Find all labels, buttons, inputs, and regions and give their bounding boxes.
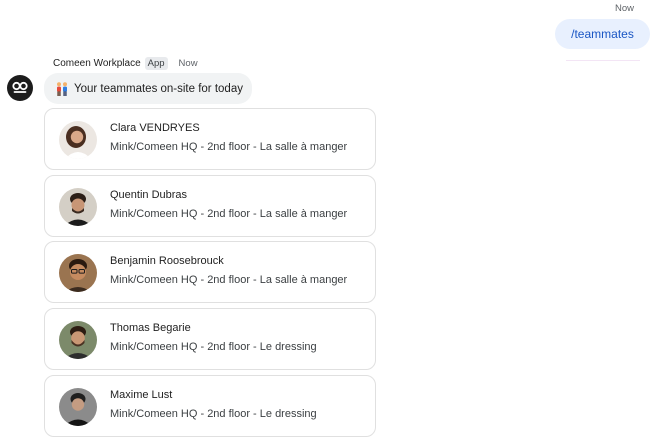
teammate-location: Mink/Comeen HQ - 2nd floor - Le dressing <box>110 408 317 420</box>
avatar[interactable] <box>59 188 97 226</box>
avatar[interactable] <box>59 321 97 359</box>
avatar[interactable] <box>59 121 97 159</box>
teammate-location: Mink/Comeen HQ - 2nd floor - Le dressing <box>110 341 317 353</box>
avatar[interactable] <box>59 254 97 292</box>
bot-logo-icon <box>12 81 28 93</box>
bot-message-timestamp: Now <box>178 57 198 69</box>
teammate-location: Mink/Comeen HQ - 2nd floor - La salle à … <box>110 274 348 286</box>
teammate-card[interactable]: Maxime Lust Mink/Comeen HQ - 2nd floor -… <box>44 375 376 437</box>
divider <box>566 60 640 61</box>
teammate-card[interactable]: Quentin Dubras Mink/Comeen HQ - 2nd floo… <box>44 175 376 237</box>
teammate-location: Mink/Comeen HQ - 2nd floor - La salle à … <box>110 208 348 220</box>
teammate-name: Benjamin Roosebrouck <box>110 255 224 267</box>
bot-name[interactable]: Comeen Workplace <box>53 58 141 69</box>
teammate-location: Mink/Comeen HQ - 2nd floor - La salle à … <box>110 141 348 153</box>
teammate-name: Clara VENDRYES <box>110 122 200 134</box>
intro-message-bubble: Your teammates on-site for today <box>44 73 252 104</box>
app-badge: App <box>144 56 168 70</box>
user-message-bubble[interactable]: /teammates <box>555 19 650 49</box>
teammate-card[interactable]: Benjamin Roosebrouck Mink/Comeen HQ - 2n… <box>44 241 376 303</box>
teammate-name: Thomas Begarie <box>110 322 191 334</box>
teammate-name: Quentin Dubras <box>110 189 188 201</box>
teammate-card[interactable]: Thomas Begarie Mink/Comeen HQ - 2nd floo… <box>44 308 376 370</box>
two-people-emoji-icon <box>54 81 70 97</box>
user-message-timestamp: Now <box>614 3 634 14</box>
teammate-card[interactable]: Clara VENDRYES Mink/Comeen HQ - 2nd floo… <box>44 108 376 170</box>
bot-message-header: Comeen Workplace App Now <box>53 56 198 70</box>
avatar[interactable] <box>59 388 97 426</box>
chat-page: Now /teammates Comeen Workplace App Now <box>0 0 652 442</box>
teammate-name: Maxime Lust <box>110 389 173 401</box>
intro-text: Your teammates on-site for today <box>74 82 243 95</box>
bot-avatar[interactable] <box>7 75 33 101</box>
